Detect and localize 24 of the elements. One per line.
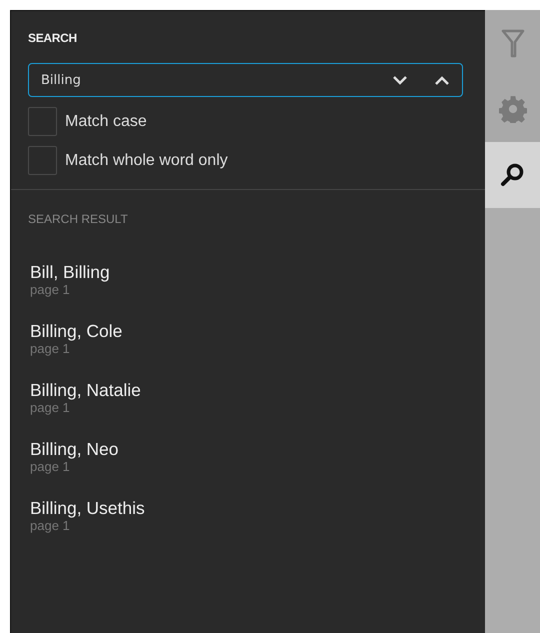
settings-icon (498, 95, 526, 123)
panel-title: SEARCH (28, 31, 78, 45)
checkbox[interactable] (28, 107, 57, 136)
option-label: Match whole word only (65, 152, 228, 170)
result-title[interactable]: Billing, Usethis (30, 498, 145, 518)
chevron-down-icon (393, 76, 407, 84)
result-page: page 1 (30, 518, 70, 533)
result-page: page 1 (30, 282, 70, 297)
result-title[interactable]: Billing, Cole (30, 321, 122, 341)
result-title[interactable]: Billing, Neo (30, 439, 119, 459)
checkbox[interactable] (28, 146, 57, 175)
result-page: page 1 (30, 341, 70, 356)
section-heading: SEARCH RESULT (27, 211, 129, 226)
filter-icon (500, 28, 524, 58)
result-page: page 1 (30, 459, 70, 474)
side-tab[interactable] (485, 142, 540, 208)
result-page: page 1 (30, 400, 70, 415)
option-label: Match case (65, 112, 147, 130)
search-icon (500, 162, 526, 188)
chevron-up-icon (435, 76, 449, 84)
search-bar[interactable]: Billing (28, 63, 463, 97)
search-input[interactable]: Billing (41, 72, 368, 88)
result-title[interactable]: Billing, Natalie (30, 380, 141, 400)
result-title[interactable]: Bill, Billing (30, 262, 110, 282)
